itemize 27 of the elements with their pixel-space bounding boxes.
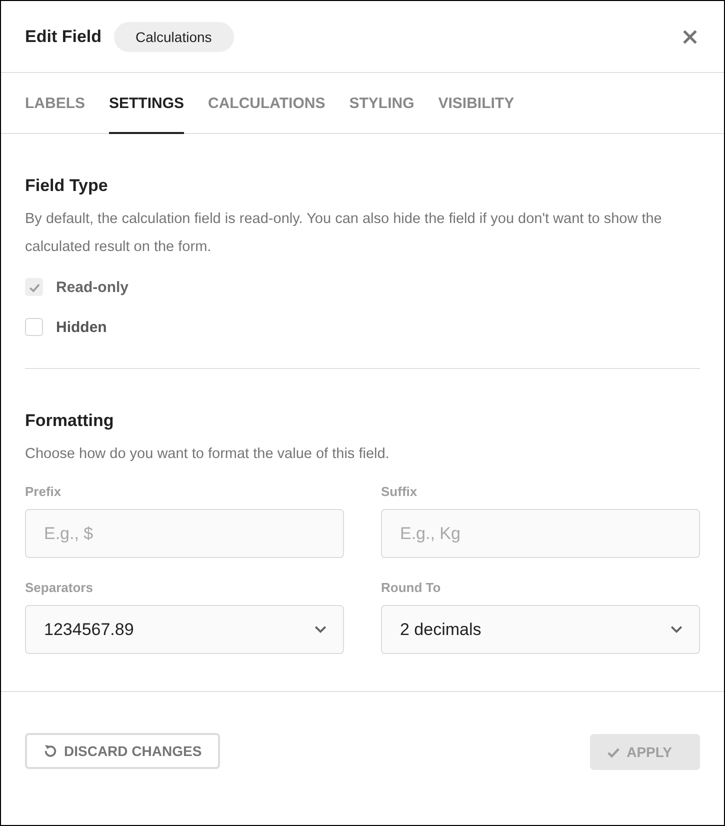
section-heading: Field Type — [25, 175, 109, 197]
field-label: Round To — [381, 580, 442, 595]
tab[interactable]: STYLING — [349, 73, 414, 134]
checkbox[interactable] — [25, 318, 43, 336]
close-icon — [682, 28, 698, 44]
discard-changes-button[interactable]: DISCARD CHANGES — [25, 732, 220, 768]
tab[interactable]: SETTINGS — [109, 73, 184, 134]
dialog-title: Edit Field — [25, 26, 102, 46]
dropdown[interactable]: 1234567.89 — [25, 605, 344, 654]
tab[interactable]: VISIBILITY — [438, 73, 514, 134]
dropdown[interactable]: 2 decimals — [381, 605, 700, 654]
input-field[interactable]: E.g., $ — [25, 509, 344, 558]
section-description: By default, the calculation field is read-only. You can also hide the field if you don't want to show the calculated result on the form. — [25, 210, 663, 257]
chevron-down-icon — [670, 625, 683, 634]
section-description: Choose how do you want to format the value of this field. — [25, 445, 390, 464]
field-type-badge: Calculations — [114, 22, 234, 52]
tab[interactable]: CALCULATIONS — [208, 73, 326, 134]
checkbox-label: Read-only — [56, 278, 129, 296]
section-heading: Formatting — [25, 410, 115, 432]
field-label: Suffix — [381, 484, 418, 499]
field-label: Separators — [25, 580, 94, 595]
tab[interactable]: LABELS — [25, 73, 85, 134]
checkbox-label: Hidden — [56, 318, 107, 336]
undo-icon — [43, 743, 58, 758]
chevron-down-icon — [314, 625, 327, 634]
input-field[interactable]: E.g., Kg — [381, 509, 700, 558]
field-label: Prefix — [25, 484, 62, 499]
